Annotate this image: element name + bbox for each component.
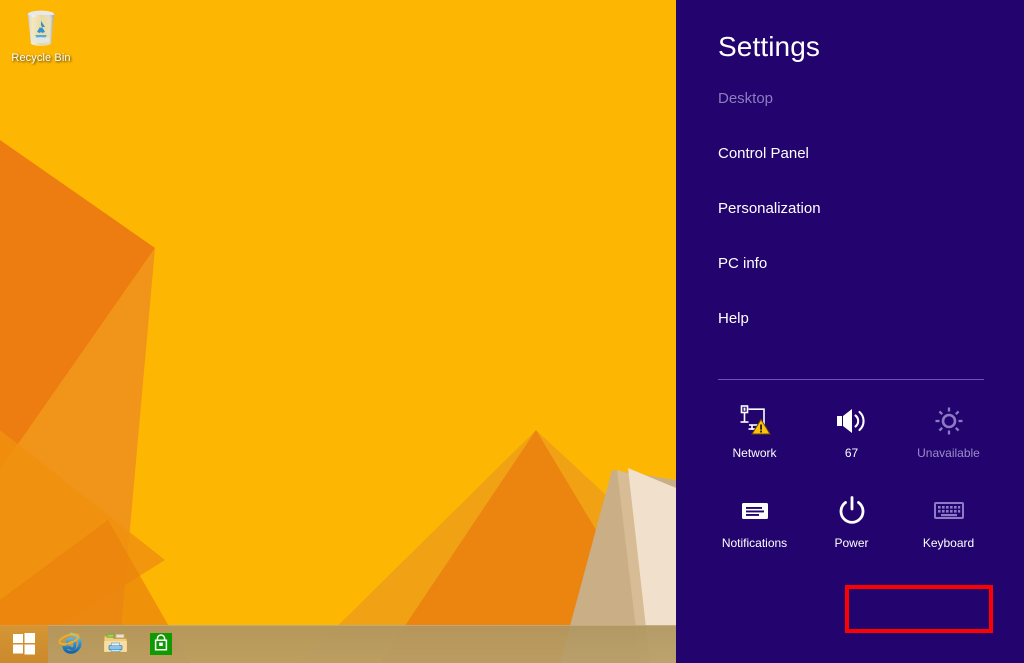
windows-store-icon: [149, 633, 172, 655]
notifications-icon-wrap: [738, 490, 772, 532]
quick-action-network[interactable]: Network: [706, 400, 803, 490]
quick-action-label: Keyboard: [922, 536, 975, 550]
volume-icon-wrap: [835, 400, 869, 442]
file-explorer-button[interactable]: [93, 625, 138, 663]
menu-item-personalization[interactable]: Personalization: [718, 194, 998, 224]
quick-action-label: Network: [732, 446, 777, 460]
brightness-icon: [935, 407, 962, 435]
screen: Recycle Bin Settings Desktop Control Pan…: [0, 0, 1024, 663]
quick-action-notifications[interactable]: Notifications: [706, 490, 803, 580]
keyboard-icon: [933, 502, 964, 519]
store-button[interactable]: [138, 625, 183, 663]
settings-menu-list: Desktop Control Panel Personalization PC…: [718, 84, 998, 359]
start-button[interactable]: [0, 625, 48, 663]
section-divider: [718, 379, 984, 380]
power-icon: [839, 496, 864, 524]
quick-action-power[interactable]: Power: [803, 490, 900, 580]
desktop-icon-recycle-bin[interactable]: Recycle Bin: [8, 6, 74, 64]
menu-item-pc-info[interactable]: PC info: [718, 249, 998, 279]
notifications-icon: [741, 503, 768, 519]
desktop[interactable]: Recycle Bin: [0, 0, 676, 663]
menu-item-control-panel[interactable]: Control Panel: [718, 139, 998, 169]
taskbar[interactable]: [0, 625, 676, 663]
quick-action-label: Unavailable: [917, 446, 980, 460]
network-warning-icon: [740, 405, 771, 435]
quick-action-keyboard[interactable]: Keyboard: [900, 490, 997, 580]
windows-logo-icon: [13, 633, 35, 655]
menu-item-help[interactable]: Help: [718, 304, 998, 334]
page-title: Settings: [718, 31, 820, 62]
quick-actions-grid: Network 67 Unavailable Notifications Pow…: [706, 400, 998, 580]
internet-explorer-button[interactable]: [48, 625, 93, 663]
quick-action-volume[interactable]: 67: [803, 400, 900, 490]
quick-action-label: Notifications: [721, 536, 788, 550]
network-warning-icon-wrap: [738, 400, 772, 442]
power-icon-wrap: [836, 490, 868, 532]
wallpaper: [0, 0, 676, 663]
internet-explorer-icon: [58, 632, 82, 654]
brightness-icon-wrap: [932, 400, 966, 442]
quick-action-brightness[interactable]: Unavailable: [900, 400, 997, 490]
quick-action-label: 67: [844, 446, 859, 460]
menu-item-desktop[interactable]: Desktop: [718, 84, 998, 114]
file-explorer-icon: [103, 633, 127, 653]
settings-charm-panel: Settings Desktop Control Panel Personali…: [676, 0, 1024, 663]
recycle-bin-icon: [27, 10, 55, 46]
desktop-icon-label: Recycle Bin: [11, 52, 71, 64]
quick-action-label: Power: [834, 536, 869, 550]
volume-icon: [836, 409, 865, 433]
keyboard-icon-wrap: [932, 490, 966, 532]
